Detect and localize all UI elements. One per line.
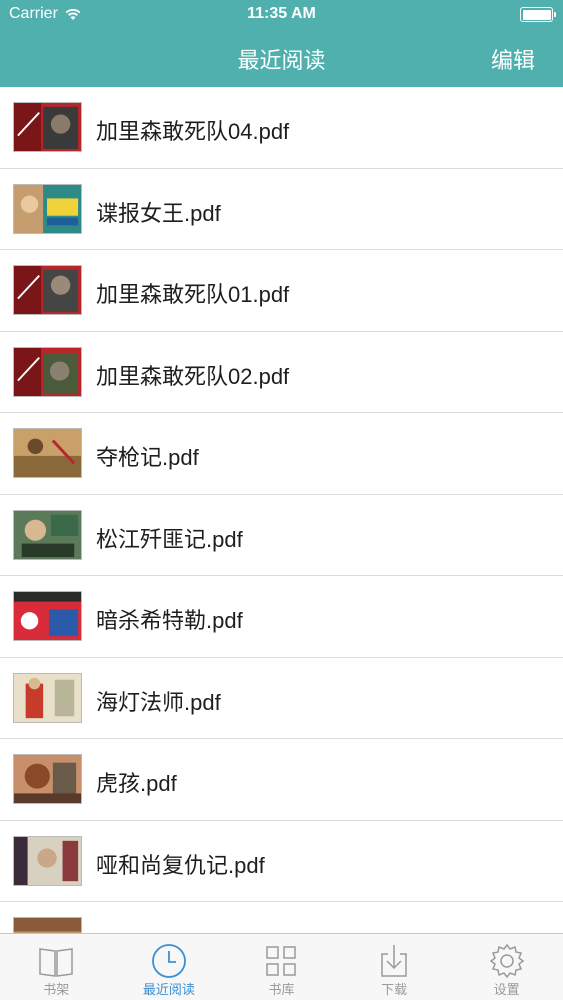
list-item[interactable]: 松江歼匪记.pdf xyxy=(0,495,563,576)
tab-bar: 书架 最近阅读 书库 下载 设置 xyxy=(0,933,563,1000)
book-cover-thumbnail xyxy=(13,917,82,933)
book-cover-thumbnail xyxy=(13,509,82,560)
book-cover-thumbnail xyxy=(13,835,82,886)
book-title: 加里森敢死队02.pdf xyxy=(96,363,290,389)
book-cover-thumbnail xyxy=(13,346,82,397)
book-title: 夺枪记.pdf xyxy=(96,445,199,470)
book-title: 谍报女王.pdf xyxy=(96,200,221,226)
download-icon xyxy=(381,945,407,977)
edit-button[interactable]: 编辑 xyxy=(491,43,535,75)
tab-label: 书库 xyxy=(268,982,295,997)
list-item[interactable]: 夺枪记.pdf xyxy=(0,413,563,495)
tab-label: 书架 xyxy=(43,982,70,997)
tab-recent-reading[interactable]: 最近阅读 xyxy=(113,934,226,1000)
list-item[interactable]: 虎孩.pdf xyxy=(0,739,563,821)
list-item[interactable]: 海灯法师.pdf xyxy=(0,658,563,739)
clock-icon xyxy=(151,944,186,978)
book-cover-thumbnail xyxy=(13,102,82,152)
list-item[interactable]: 暗杀希特勒.pdf xyxy=(0,576,563,658)
list-item[interactable]: 加里森敢死队04.pdf xyxy=(0,87,563,169)
tab-label: 下载 xyxy=(381,982,408,997)
book-title: 加里森敢死队04.pdf xyxy=(96,119,290,144)
tab-bookshelf[interactable]: 书架 xyxy=(0,934,113,1000)
tab-library[interactable]: 书库 xyxy=(225,934,338,1000)
book-title: 松江歼匪记.pdf xyxy=(96,526,243,552)
list-item[interactable]: 谍报女王.pdf xyxy=(0,169,563,250)
book-cover-thumbnail xyxy=(13,754,82,804)
book-cover-thumbnail xyxy=(13,183,82,234)
list-item[interactable]: 加里森敢死队02.pdf xyxy=(0,332,563,413)
book-cover-thumbnail xyxy=(13,672,82,723)
list-item[interactable]: 哑和尚复仇记.pdf xyxy=(0,821,563,902)
tab-settings[interactable]: 设置 xyxy=(450,934,563,1000)
list-item[interactable]: 加里森敢死队01.pdf xyxy=(0,250,563,332)
book-cover-thumbnail xyxy=(13,591,82,641)
status-time: 11:35 AM xyxy=(247,5,316,22)
battery-icon xyxy=(520,7,556,22)
book-title: 加里森敢死队01.pdf xyxy=(96,282,290,307)
navigation-bar: 最近阅读 编辑 xyxy=(0,30,563,87)
book-cover-thumbnail xyxy=(13,428,82,478)
book-icon xyxy=(39,948,74,977)
book-title: 暗杀希特勒.pdf xyxy=(96,608,243,633)
list-item[interactable] xyxy=(0,902,563,933)
tab-label: 最近阅读 xyxy=(142,982,195,997)
grid-icon xyxy=(266,946,297,976)
book-title: 哑和尚复仇记.pdf xyxy=(96,852,265,878)
gear-icon xyxy=(489,943,524,979)
tab-label: 设置 xyxy=(493,982,520,997)
tab-download[interactable]: 下载 xyxy=(338,934,451,1000)
book-cover-thumbnail xyxy=(13,265,82,315)
book-title: 虎孩.pdf xyxy=(96,771,177,796)
page-title: 最近阅读 xyxy=(237,48,326,73)
status-bar: Carrier 11:35 AM xyxy=(0,0,563,30)
book-title: 海灯法师.pdf xyxy=(96,689,221,715)
recent-reading-list[interactable]: 加里森敢死队04.pdf 谍报女王.pdf 加里森敢死队01.pdf 加里森敢死… xyxy=(0,87,563,933)
